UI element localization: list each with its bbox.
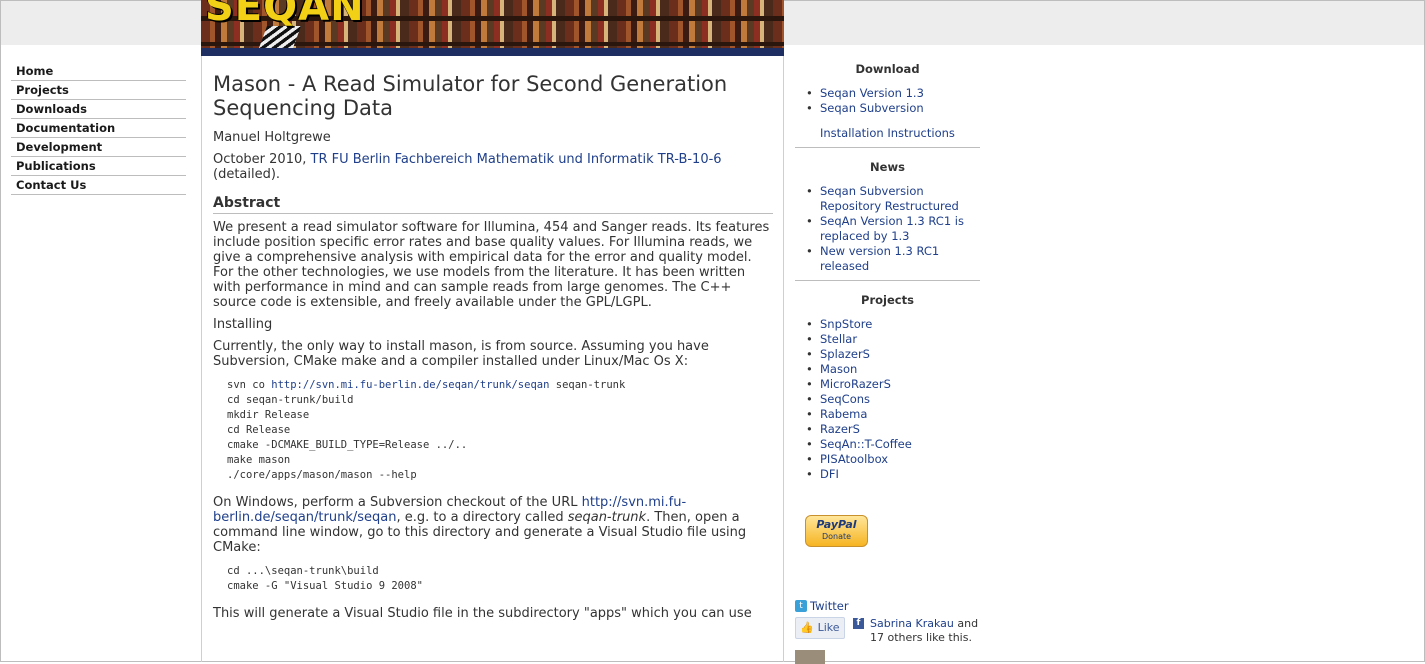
like-label: Like <box>817 621 840 634</box>
twitter-link[interactable]: Twitter <box>810 599 849 613</box>
project-link[interactable]: Mason <box>820 362 857 376</box>
facebook-icon: f <box>853 618 864 629</box>
project-link[interactable]: Stellar <box>820 332 857 346</box>
list-item: Seqan Version 1.3 <box>806 86 980 101</box>
project-link[interactable]: MicroRazerS <box>820 377 891 391</box>
project-link[interactable]: SplazerS <box>820 347 870 361</box>
nav-item-development[interactable]: Development <box>11 138 186 157</box>
list-item: SeqAn::T-Coffee <box>806 437 980 452</box>
list-item: New version 1.3 RC1 released <box>806 244 980 274</box>
social-widgets: t Twitter 👍 Like f Sabrina Krakau and 17… <box>795 599 985 647</box>
download-heading: Download <box>855 62 920 76</box>
list-item: Mason <box>806 362 980 377</box>
publication-suffix: (detailed). <box>213 167 281 182</box>
list-item: Seqan Subversion <box>806 101 980 116</box>
list-item: DFI <box>806 467 980 482</box>
banner-bottom-bar <box>201 48 784 56</box>
news-link[interactable]: Seqan Subversion Repository Restructured <box>820 184 959 213</box>
list-item: SeqAn Version 1.3 RC1 is replaced by 1.3 <box>806 214 980 244</box>
code-suffix: seqan-trunk <box>549 379 626 391</box>
publication-info: October 2010, TR FU Berlin Fachbereich M… <box>213 152 773 182</box>
code-prefix: svn co <box>227 379 272 391</box>
abstract-text: We present a read simulator software for… <box>213 220 770 310</box>
windows-mid: , e.g. to a directory called <box>396 510 568 525</box>
news-heading: News <box>870 160 905 174</box>
list-item: Stellar <box>806 332 980 347</box>
author: Manuel Holtgrewe <box>213 130 331 145</box>
site-logo[interactable]: SEQAN <box>205 0 365 30</box>
nav-item-contact-us[interactable]: Contact Us <box>11 176 186 195</box>
installation-instructions-link[interactable]: Installation Instructions <box>820 126 980 141</box>
project-link[interactable]: PISAtoolbox <box>820 452 888 466</box>
list-item: MicroRazerS <box>806 377 980 392</box>
list-item: SeqCons <box>806 392 980 407</box>
project-link[interactable]: SeqCons <box>820 392 870 406</box>
facebook-likes-text: Sabrina Krakau and 17 others like this. <box>870 617 980 645</box>
nav-item-documentation[interactable]: Documentation <box>11 119 186 138</box>
list-item: RazerS <box>806 422 980 437</box>
facebook-widget: 👍 Like f Sabrina Krakau and 17 others li… <box>795 615 985 647</box>
paypal-logo: PayPal <box>816 518 857 531</box>
abstract-heading: Abstract <box>213 194 773 214</box>
windows-dir: seqan-trunk <box>567 510 647 525</box>
news-list: Seqan Subversion Repository Restructured… <box>795 184 980 274</box>
list-item: PISAtoolbox <box>806 452 980 467</box>
list-item: SplazerS <box>806 347 980 362</box>
news-link[interactable]: SeqAn Version 1.3 RC1 is replaced by 1.3 <box>820 214 964 243</box>
download-list: Seqan Version 1.3 Seqan Subversion <box>795 86 980 116</box>
final-text: This will generate a Visual Studio file … <box>213 606 752 621</box>
paypal-donate-button[interactable]: PayPal Donate <box>805 515 868 547</box>
projects-list: SnpStore Stellar SplazerS Mason MicroRaz… <box>795 317 980 482</box>
facebook-like-button[interactable]: 👍 Like <box>795 617 845 639</box>
donate-label: Donate <box>821 532 852 541</box>
list-item: SnpStore <box>806 317 980 332</box>
divider <box>795 147 980 148</box>
nav-item-home[interactable]: Home <box>11 62 186 81</box>
svn-url-link[interactable]: http://svn.mi.fu-berlin.de/seqan/trunk/s… <box>271 379 549 391</box>
site-banner[interactable]: SEQAN <box>201 0 784 56</box>
nav-item-projects[interactable]: Projects <box>11 81 186 100</box>
right-sidebar: Download Seqan Version 1.3 Seqan Subvers… <box>795 62 980 482</box>
installing-label: Installing <box>213 317 273 332</box>
list-item: Rabema <box>806 407 980 422</box>
project-link[interactable]: SnpStore <box>820 317 872 331</box>
project-link[interactable]: Rabema <box>820 407 867 421</box>
windows-prefix: On Windows, perform a Subversion checkou… <box>213 495 582 510</box>
download-link[interactable]: Seqan Subversion <box>820 101 924 115</box>
list-item: Seqan Subversion Repository Restructured <box>806 184 980 214</box>
publication-link[interactable]: TR FU Berlin Fachbereich Mathematik und … <box>311 152 722 167</box>
code-block-unix: svn co http://svn.mi.fu-berlin.de/seqan/… <box>227 378 773 483</box>
install-intro: Currently, the only way to install mason… <box>213 339 709 369</box>
divider <box>795 280 980 281</box>
code-lines: cd seqan-trunk/build mkdir Release cd Re… <box>227 394 468 481</box>
download-link[interactable]: Seqan Version 1.3 <box>820 86 924 100</box>
project-link[interactable]: DFI <box>820 467 839 481</box>
code-block-windows: cd ...\seqan-trunk\build cmake -G "Visua… <box>227 565 423 592</box>
project-link[interactable]: SeqAn::T-Coffee <box>820 437 912 451</box>
publication-date: October 2010, <box>213 152 311 167</box>
nav-item-downloads[interactable]: Downloads <box>11 100 186 119</box>
nav-item-publications[interactable]: Publications <box>11 157 186 176</box>
twitter-widget: t Twitter <box>795 599 985 613</box>
news-link[interactable]: New version 1.3 RC1 released <box>820 244 939 273</box>
windows-instructions: On Windows, perform a Subversion checkou… <box>213 495 773 555</box>
main-content: Mason - A Read Simulator for Second Gene… <box>201 56 784 662</box>
left-navigation: Home Projects Downloads Documentation De… <box>11 62 186 195</box>
page-title: Mason - A Read Simulator for Second Gene… <box>213 72 728 120</box>
project-link[interactable]: RazerS <box>820 422 860 436</box>
twitter-icon: t <box>795 600 807 612</box>
projects-heading: Projects <box>861 293 914 307</box>
facebook-person-link[interactable]: Sabrina Krakau <box>870 617 954 630</box>
